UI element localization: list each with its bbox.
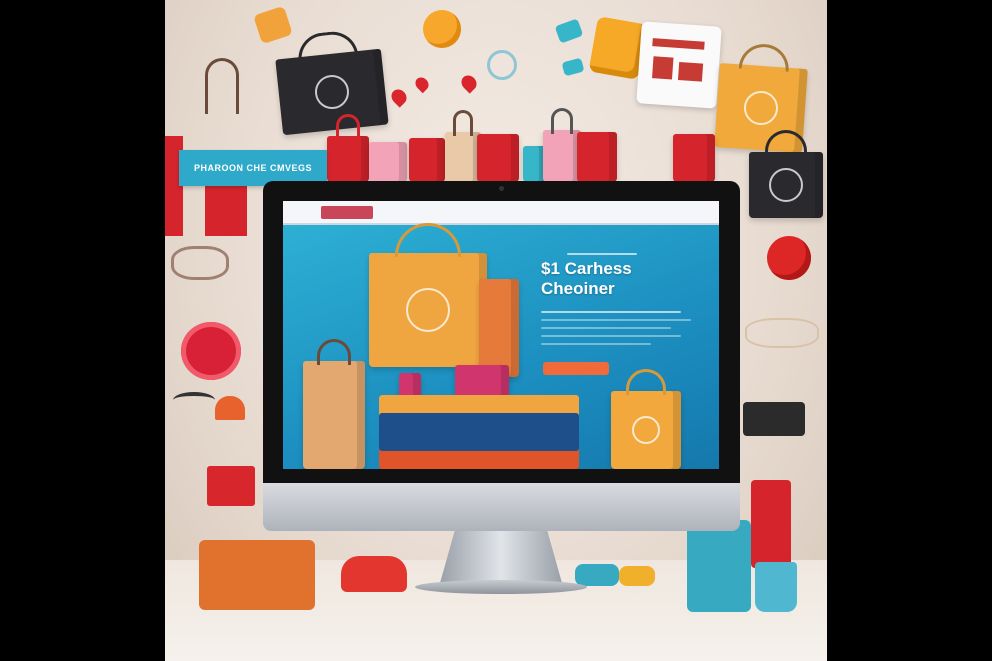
box-icon xyxy=(207,466,255,506)
shopping-bag-icon xyxy=(611,369,681,469)
shopping-bag-icon xyxy=(445,110,481,182)
heart-icon xyxy=(412,74,432,94)
toy-car-icon xyxy=(575,564,619,586)
gem-icon xyxy=(561,57,585,77)
gem-icon xyxy=(554,18,584,44)
body-text-line xyxy=(541,319,691,321)
monitor-chin xyxy=(263,483,740,531)
coin-icon xyxy=(423,10,461,48)
shopping-bag-icon xyxy=(479,279,519,377)
shopping-bag-icon xyxy=(577,132,617,182)
shopping-bag-icon xyxy=(369,223,487,367)
scissors-icon xyxy=(171,246,229,280)
shopping-bag-icon xyxy=(543,108,581,182)
gift-box-icon xyxy=(751,480,791,568)
shopping-bag-icon xyxy=(749,130,823,218)
sunglasses-icon xyxy=(745,318,819,348)
hanger-icon xyxy=(205,58,239,114)
monitor-screen: $1 Carhess Cheoiner xyxy=(283,201,719,469)
eyebrow-text-line xyxy=(567,253,637,255)
gift-box-icon xyxy=(205,186,247,236)
shopping-bag-icon xyxy=(673,134,715,182)
badge-icon xyxy=(181,322,241,380)
body-text-line xyxy=(541,343,651,345)
shopping-bag-icon xyxy=(455,365,509,397)
shopping-bag-icon xyxy=(477,134,519,182)
cup-icon xyxy=(215,396,245,420)
toy-car-icon xyxy=(619,566,655,586)
ornament-icon xyxy=(253,5,293,45)
wallet-icon xyxy=(743,402,805,436)
monitor-stand xyxy=(440,531,562,583)
monitor-base xyxy=(415,580,587,594)
camera-icon xyxy=(499,186,504,191)
clock-icon xyxy=(767,236,811,280)
sunglasses-icon xyxy=(173,392,215,408)
heading-line-1: $1 Carhess xyxy=(541,259,632,278)
shopping-illustration: PHAROON CHE CMVEGS $1 Carhess Cheoiner xyxy=(165,0,827,661)
heart-icon xyxy=(388,86,410,108)
toy-cart-icon xyxy=(199,540,315,610)
toy-car-icon xyxy=(341,556,407,592)
screen-heading: $1 Carhess Cheoiner xyxy=(541,259,711,299)
cta-button xyxy=(543,362,609,375)
boxes-stack xyxy=(379,395,579,469)
shopping-bag-icon xyxy=(409,138,445,182)
shopping-bag-icon xyxy=(327,114,369,182)
cup-icon xyxy=(755,562,797,612)
shopping-bag-icon xyxy=(369,142,407,182)
body-text-line xyxy=(541,327,671,329)
heart-icon xyxy=(458,72,480,94)
website-nav-pill xyxy=(321,206,373,219)
heading-line-2: Cheoiner xyxy=(541,279,615,298)
body-text-line xyxy=(541,311,681,313)
shopping-bag-icon xyxy=(303,339,365,469)
shopping-bag-icon xyxy=(275,29,389,136)
body-text-line xyxy=(541,335,681,337)
card-icon xyxy=(636,21,722,109)
gift-basket-icon xyxy=(687,520,751,612)
magnifier-icon xyxy=(487,50,517,80)
